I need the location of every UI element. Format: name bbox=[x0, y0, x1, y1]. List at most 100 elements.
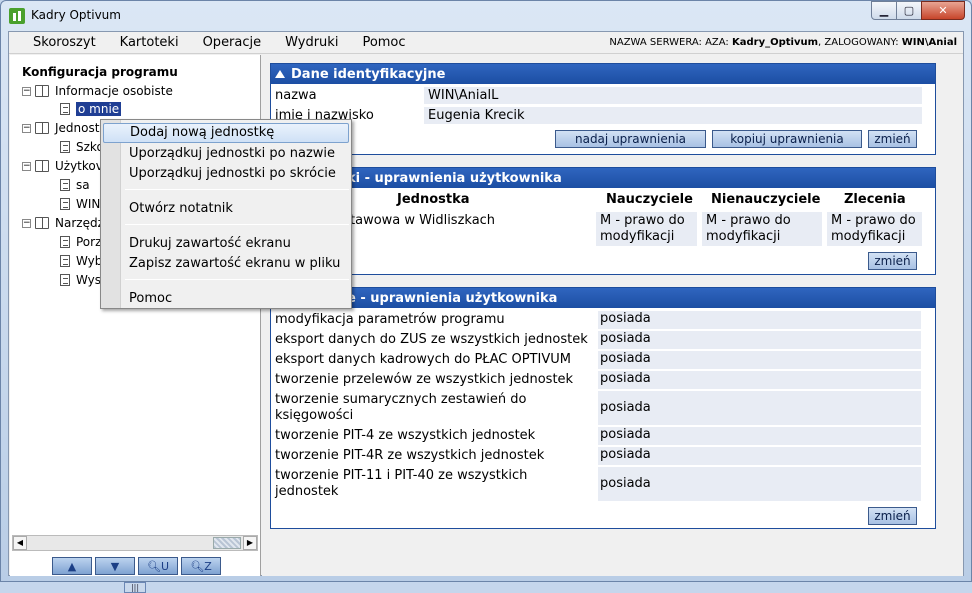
tree-node-jednostki[interactable]: − Jednost bbox=[22, 121, 99, 135]
tree-node-uzytkownicy[interactable]: − Użytkov bbox=[22, 159, 103, 173]
magnifier-z-icon: 🔍︎Z bbox=[190, 559, 212, 573]
tree-node-wybor[interactable]: Wyb bbox=[60, 254, 102, 268]
tree-node-label: sa bbox=[76, 178, 90, 192]
move-down-button[interactable]: ▼ bbox=[95, 557, 135, 575]
perm-label: tworzenie PIT-4 ze wszystkich jednostek bbox=[275, 428, 536, 443]
change-units-button[interactable]: zmień bbox=[868, 252, 917, 270]
scroll-thumb[interactable] bbox=[213, 537, 241, 549]
menu-wydruki[interactable]: Wydruki bbox=[273, 35, 350, 50]
ident-value-nazwa: WIN\AnialL bbox=[424, 87, 922, 104]
tree-title: Konfiguracja programu bbox=[22, 65, 178, 79]
search-unit-button[interactable]: 🔍︎U bbox=[138, 557, 178, 575]
menu-item-add-unit[interactable]: Dodaj nową jednostkę bbox=[103, 123, 349, 143]
ident-label-nazwa: nazwa bbox=[275, 88, 317, 103]
units-section: ki - uprawnienia użytkownika Jednostka N… bbox=[270, 167, 936, 275]
collapse-icon[interactable]: − bbox=[22, 86, 31, 96]
tree-node-wysylanie[interactable]: Wys bbox=[60, 273, 101, 287]
perm-label: tworzenie PIT-4R ze wszystkich jednostek bbox=[275, 448, 545, 463]
grant-permissions-button[interactable]: nadaj uprawnienia bbox=[555, 130, 706, 148]
app-logo-icon bbox=[9, 8, 25, 24]
search-zoom-button[interactable]: 🔍︎Z bbox=[181, 557, 221, 575]
collapse-triangle-icon bbox=[275, 70, 285, 78]
collapse-icon[interactable]: − bbox=[22, 161, 31, 171]
collapse-icon[interactable]: − bbox=[22, 218, 31, 228]
magnifier-u-icon: 🔍︎U bbox=[146, 559, 170, 573]
up-arrow-icon: ▲ bbox=[67, 559, 77, 573]
collapse-icon[interactable]: − bbox=[22, 123, 31, 133]
move-up-button[interactable]: ▲ bbox=[52, 557, 92, 575]
details-panel: Dane identyfikacyjne nazwa WIN\AnialL im… bbox=[262, 55, 963, 576]
document-icon bbox=[60, 255, 70, 267]
document-icon bbox=[60, 274, 70, 286]
tree-node-label: o mnie bbox=[76, 102, 122, 116]
server-prefix: NAZWA SERWERA: ​AZA: bbox=[609, 37, 732, 48]
units-section-header[interactable]: ki - uprawnienia użytkownika bbox=[271, 168, 935, 188]
title-bar[interactable]: Kadry Optivum ▁ ▢ ✕ bbox=[1, 1, 971, 31]
server-info: NAZWA SERWERA: ​AZA: Kadry_Optivum, ZALO… bbox=[609, 37, 957, 48]
window-controls: ▁ ▢ ✕ bbox=[871, 1, 965, 20]
tree-node-win-user[interactable]: WIN bbox=[60, 197, 100, 211]
document-icon bbox=[60, 141, 70, 153]
menu-separator bbox=[125, 279, 349, 280]
change-other-button[interactable]: zmień bbox=[868, 507, 917, 525]
menu-item-sort-by-name[interactable]: Uporządkuj jednostki po nazwie bbox=[129, 146, 335, 161]
other-section-header[interactable]: e - uprawnienia użytkownika bbox=[271, 288, 935, 308]
menu-item-open-notepad[interactable]: Otwórz notatnik bbox=[129, 201, 233, 216]
menu-item-print-screen[interactable]: Drukuj zawartość ekranu bbox=[129, 236, 291, 251]
menu-item-help[interactable]: Pomoc bbox=[129, 291, 172, 306]
close-button[interactable]: ✕ bbox=[921, 1, 965, 20]
unit-name: tawowa w Widliszkach bbox=[350, 213, 496, 228]
scroll-right-arrow-icon[interactable]: ▶ bbox=[243, 536, 257, 550]
unit-perm-nienauczyciele: M - prawo do modyfikacji bbox=[702, 212, 822, 246]
ident-value-imie: Eugenia Krecik bbox=[424, 107, 922, 124]
document-icon bbox=[60, 179, 70, 191]
menu-item-sort-by-short[interactable]: Uporządkuj jednostki po skrócie bbox=[129, 166, 336, 181]
horizontal-scrollbar[interactable]: ◀ ▶ bbox=[12, 535, 258, 551]
tree-node-o-mnie[interactable]: o mnie bbox=[60, 102, 122, 116]
ident-header-label: Dane identyfikacyjne bbox=[291, 66, 446, 82]
tree-node-sa[interactable]: sa bbox=[60, 178, 90, 192]
menu-separator bbox=[125, 189, 349, 190]
menu-skoroszyt[interactable]: Skoroszyt bbox=[21, 35, 108, 50]
copy-permissions-button[interactable]: kopiuj uprawnienia bbox=[712, 130, 862, 148]
scroll-left-arrow-icon[interactable]: ◀ bbox=[13, 536, 27, 550]
tree-node-label: Porz bbox=[76, 235, 102, 249]
menu-bar: Skoroszyt Kartoteki Operacje Wydruki Pom… bbox=[9, 32, 963, 54]
menu-kartoteki[interactable]: Kartoteki bbox=[108, 35, 191, 50]
tree-node-informacje[interactable]: − Informacje osobiste bbox=[22, 84, 173, 98]
perm-label: eksport danych kadrowych do PŁAC OPTIVUM bbox=[275, 352, 571, 367]
logged-user: WIN\Anial bbox=[901, 37, 957, 48]
change-ident-button[interactable]: zmień bbox=[868, 130, 917, 148]
perm-label: tworzenie przelewów ze wszystkich jednos… bbox=[275, 372, 574, 387]
col-zlecenia: Zlecenia bbox=[844, 192, 906, 207]
perm-label: modyfikacja parametrów programu bbox=[275, 312, 505, 327]
tree-node-porzadkowanie[interactable]: Porz bbox=[60, 235, 101, 249]
tree-node-label: Wys bbox=[76, 273, 102, 287]
perm-label: eksport danych do ZUS ze wszystkich jedn… bbox=[275, 332, 588, 347]
minimize-button[interactable]: ▁ bbox=[871, 1, 897, 20]
book-icon bbox=[35, 160, 49, 172]
ident-section-header[interactable]: Dane identyfikacyjne bbox=[271, 64, 935, 84]
context-menu: Dodaj nową jednostkę Uporządkuj jednostk… bbox=[100, 119, 352, 309]
tree-nav-buttons: ▲ ▼ 🔍︎U 🔍︎Z bbox=[52, 557, 221, 575]
tree-node-label: Użytkov bbox=[55, 159, 103, 173]
book-icon bbox=[35, 122, 49, 134]
unit-perm-nauczyciele: M - prawo do modyfikacji bbox=[596, 212, 697, 246]
tree-node-label: Wyb bbox=[76, 254, 103, 268]
window-title: Kadry Optivum bbox=[31, 8, 121, 22]
maximize-button[interactable]: ▢ bbox=[896, 1, 922, 20]
unit-perm-zlecenia: M - prawo do modyfikacji bbox=[827, 212, 922, 246]
perm-value: posiada bbox=[598, 391, 921, 425]
tree-node-narzedzia[interactable]: − Narzędz bbox=[22, 216, 104, 230]
book-icon bbox=[35, 217, 49, 229]
menu-separator bbox=[125, 224, 349, 225]
splitter-grip-icon[interactable]: ||| bbox=[124, 582, 146, 593]
menu-pomoc[interactable]: Pomoc bbox=[350, 35, 417, 50]
down-arrow-icon: ▼ bbox=[110, 559, 120, 573]
menu-operacje[interactable]: Operacje bbox=[191, 35, 274, 50]
logged-prefix: , ZALOGOWANY: bbox=[818, 37, 902, 48]
book-icon bbox=[35, 85, 49, 97]
tree-node-szkola[interactable]: Szko bbox=[60, 140, 104, 154]
menu-item-save-screen[interactable]: Zapisz zawartość ekranu w pliku bbox=[129, 256, 340, 271]
perm-label: tworzenie sumarycznych zestawień do księ… bbox=[275, 392, 527, 423]
